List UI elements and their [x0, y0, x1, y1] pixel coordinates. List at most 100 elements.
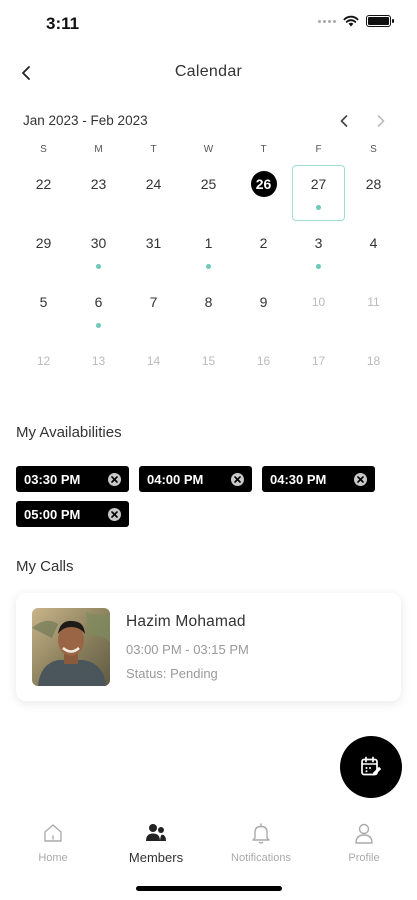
day-number: 12: [36, 354, 51, 368]
availabilities-heading: My Availabilities: [16, 424, 122, 441]
day-number: 26: [250, 171, 277, 197]
availability-time: 04:00 PM: [147, 471, 204, 487]
schedule-fab[interactable]: [340, 736, 402, 798]
tab-notifications[interactable]: Notifications: [216, 820, 306, 864]
battery-icon: [366, 15, 394, 27]
calendar-day[interactable]: 13: [71, 341, 126, 400]
call-status: Status: Pending: [126, 666, 218, 681]
availability-chips: 03:30 PM 04:00 PM 04:30 PM 05:00 PM: [16, 466, 401, 527]
calendar-day[interactable]: 15: [181, 341, 236, 400]
availability-chip[interactable]: 04:00 PM: [139, 466, 252, 492]
availability-chip[interactable]: 03:30 PM: [16, 466, 129, 492]
calendar-day[interactable]: 23: [71, 164, 126, 223]
calendar-weeks: 22 23 24 25 26 27 28 29 30 31 1 2 3 4 5 …: [16, 164, 400, 400]
event-dot: [206, 264, 211, 269]
calendar-day[interactable]: 18: [346, 341, 401, 400]
calendar-day[interactable]: 14: [126, 341, 181, 400]
calendar-day[interactable]: 24: [126, 164, 181, 223]
tab-members[interactable]: Members: [111, 820, 201, 865]
day-number: 2: [259, 235, 268, 251]
weekday-label: M: [94, 144, 103, 155]
calls-heading: My Calls: [16, 558, 74, 575]
page-title: Calendar: [174, 63, 243, 80]
day-number: 9: [259, 294, 268, 310]
tab-profile[interactable]: Profile: [319, 820, 409, 864]
caller-avatar: [32, 608, 110, 686]
availability-time: 03:30 PM: [24, 471, 81, 487]
day-number: 1: [204, 235, 213, 251]
calendar-day[interactable]: 25: [181, 164, 236, 223]
calendar-day[interactable]: 7: [126, 282, 181, 341]
user-icon: [355, 823, 373, 844]
previous-month-button[interactable]: [332, 110, 356, 132]
caller-name: Hazim Mohamad: [126, 613, 246, 630]
chevron-right-icon: [377, 115, 385, 127]
day-number: 23: [90, 176, 107, 192]
calendar-day[interactable]: 4: [346, 223, 401, 282]
calendar-day[interactable]: 30: [71, 223, 126, 282]
calendar-day[interactable]: 3: [291, 223, 346, 282]
calendar-week: 12 13 14 15 16 17 18: [16, 341, 400, 400]
status-bar: 3:11: [0, 0, 417, 44]
weekday-label: W: [203, 144, 214, 155]
calendar-day[interactable]: 26: [236, 164, 291, 223]
calendar-day[interactable]: 8: [181, 282, 236, 341]
tab-home[interactable]: Home: [8, 820, 98, 864]
calendar-day[interactable]: 27: [291, 164, 346, 223]
day-number: 6: [94, 294, 103, 310]
day-number: 13: [91, 354, 106, 368]
day-number: 29: [35, 235, 52, 251]
calendar-day[interactable]: 2: [236, 223, 291, 282]
remove-slot-icon[interactable]: [354, 472, 367, 486]
calendar-day[interactable]: 17: [291, 341, 346, 400]
members-icon: [146, 824, 166, 841]
tab-label: Home: [38, 852, 68, 864]
calendar-range-label: Jan 2023 - Feb 2023: [23, 113, 148, 128]
calendar-day[interactable]: 22: [16, 164, 71, 223]
home-icon: [44, 824, 62, 842]
weekday-label: T: [260, 144, 267, 155]
bell-icon: [252, 823, 270, 844]
calendar-day[interactable]: 10: [291, 282, 346, 341]
signal-icon: [318, 19, 336, 23]
call-card[interactable]: Hazim Mohamad 03:00 PM - 03:15 PM Status…: [16, 593, 401, 701]
calendar-day[interactable]: 11: [346, 282, 401, 341]
weekday-label: S: [40, 144, 47, 155]
calendar-grid: S M T W T F S 22 23 24 25 26 27 28 29 30…: [16, 144, 400, 400]
calendar-week: 5 6 7 8 9 10 11: [16, 282, 400, 341]
calendar-day[interactable]: 5: [16, 282, 71, 341]
chevron-left-icon: [340, 115, 348, 127]
calendar-week: 22 23 24 25 26 27 28: [16, 164, 400, 223]
calendar-day[interactable]: 29: [16, 223, 71, 282]
day-number: 18: [366, 354, 381, 368]
bottom-tab-bar: Home Members Notifications Profile: [0, 812, 417, 872]
event-dot: [316, 264, 321, 269]
calendar-day[interactable]: 28: [346, 164, 401, 223]
calendar-day[interactable]: 9: [236, 282, 291, 341]
day-number: 11: [367, 295, 380, 309]
day-number: 7: [149, 294, 158, 310]
calendar-day[interactable]: 6: [71, 282, 126, 341]
calendar-day[interactable]: 16: [236, 341, 291, 400]
day-number: 27: [310, 176, 327, 192]
remove-slot-icon[interactable]: [108, 507, 121, 521]
calendar-range-row: Jan 2023 - Feb 2023: [0, 110, 417, 132]
tab-label: Members: [128, 850, 184, 865]
remove-slot-icon[interactable]: [231, 472, 244, 486]
calendar-day[interactable]: 31: [126, 223, 181, 282]
calendar-edit-icon: [361, 756, 382, 776]
day-number: 10: [311, 295, 326, 309]
calendar-day[interactable]: 1: [181, 223, 236, 282]
availability-chip[interactable]: 05:00 PM: [16, 501, 129, 527]
nav-header: Calendar: [0, 56, 417, 90]
calendar-week: 29 30 31 1 2 3 4: [16, 223, 400, 282]
status-icons: [318, 15, 394, 27]
status-time: 3:11: [46, 14, 80, 33]
availability-chip[interactable]: 04:30 PM: [262, 466, 375, 492]
event-dot: [316, 205, 321, 210]
weekday-label: S: [370, 144, 377, 155]
next-month-button[interactable]: [369, 110, 393, 132]
calendar-day[interactable]: 12: [16, 341, 71, 400]
remove-slot-icon[interactable]: [108, 472, 121, 486]
day-number: 4: [369, 235, 378, 251]
